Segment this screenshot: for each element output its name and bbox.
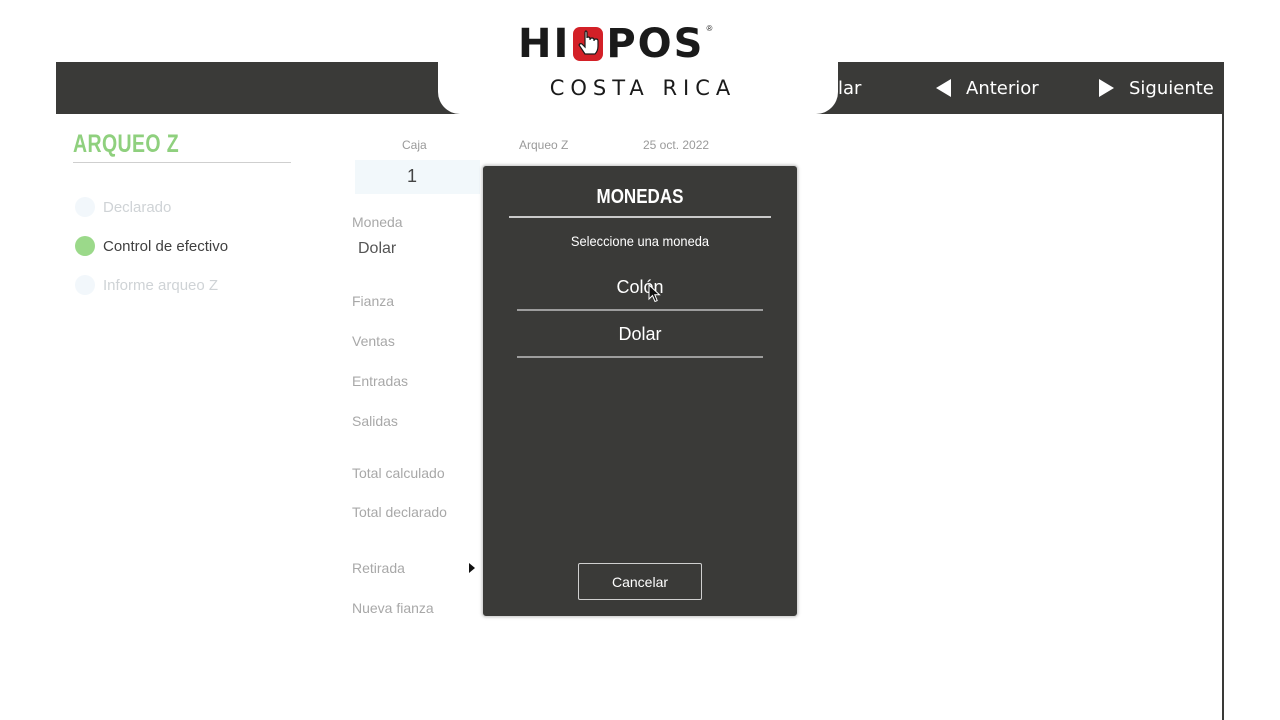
option-label: Dolar — [618, 323, 662, 344]
modal-divider — [509, 216, 771, 218]
step-label: Control de efectivo — [103, 237, 229, 255]
logo-card: HI POS ® COSTA RICA — [438, 0, 838, 114]
moneda-label: Moneda — [352, 214, 403, 230]
total-declarado-label: Total declarado — [352, 504, 447, 520]
hand-pointer-icon — [573, 27, 604, 61]
salidas-label: Salidas — [352, 413, 398, 429]
logo-text-left: HI — [518, 21, 571, 67]
ventas-label: Ventas — [352, 333, 395, 349]
logo-text-right: POS — [606, 21, 705, 67]
next-button[interactable]: Siguiente — [1099, 62, 1214, 114]
moneda-value[interactable]: Dolar — [358, 240, 396, 258]
arrow-right-icon — [1099, 79, 1114, 97]
step-label: Declarado — [103, 198, 172, 216]
step-active-dot-icon — [75, 236, 95, 256]
entradas-label: Entradas — [352, 373, 409, 389]
caja-value: 1 — [407, 166, 418, 186]
nueva-fianza-label: Nueva fianza — [352, 600, 434, 616]
toolbar-partial-label: lar — [838, 77, 862, 99]
previous-button[interactable]: Anterior — [936, 62, 1039, 114]
arqueo-label: Arqueo Z — [519, 138, 569, 152]
mouse-cursor-icon — [648, 283, 661, 308]
option-colon[interactable]: Colón — [517, 265, 763, 311]
currency-modal: MONEDAS Seleccione una moneda Colón Dola… — [482, 165, 798, 617]
cancel-button[interactable]: Cancelar — [578, 563, 702, 600]
step-label: Informe arqueo Z — [103, 276, 219, 294]
caja-label: Caja — [402, 138, 427, 152]
previous-label: Anterior — [966, 77, 1039, 99]
modal-title: MONEDAS — [596, 186, 684, 208]
arrow-left-icon — [936, 79, 951, 97]
caja-field[interactable] — [355, 160, 480, 194]
right-border — [1222, 62, 1224, 720]
section-divider — [73, 162, 291, 163]
toolbar-button-partial[interactable]: lar — [838, 62, 861, 114]
step-dot-icon — [75, 197, 95, 217]
total-calculado-label: Total calculado — [352, 465, 445, 481]
expand-arrow-icon[interactable] — [469, 563, 475, 573]
step-informe-arqueo-z[interactable]: Informe arqueo Z — [75, 274, 218, 296]
next-label: Siguiente — [1129, 77, 1214, 99]
logo-subtitle: COSTA RICA — [549, 76, 737, 100]
fianza-label: Fianza — [352, 293, 395, 309]
registered-mark: ® — [706, 24, 713, 33]
step-dot-icon — [75, 275, 95, 295]
step-control-de-efectivo[interactable]: Control de efectivo — [75, 235, 228, 257]
date-label: 25 oct. 2022 — [643, 138, 710, 152]
modal-subtitle: Seleccione una moneda — [570, 233, 710, 249]
section-title: ARQUEO Z — [73, 130, 180, 158]
retirada-label[interactable]: Retirada — [352, 560, 405, 576]
option-dolar[interactable]: Dolar — [517, 312, 763, 358]
hipos-logo: HI POS ® — [518, 24, 712, 64]
step-declarado[interactable]: Declarado — [75, 196, 171, 218]
